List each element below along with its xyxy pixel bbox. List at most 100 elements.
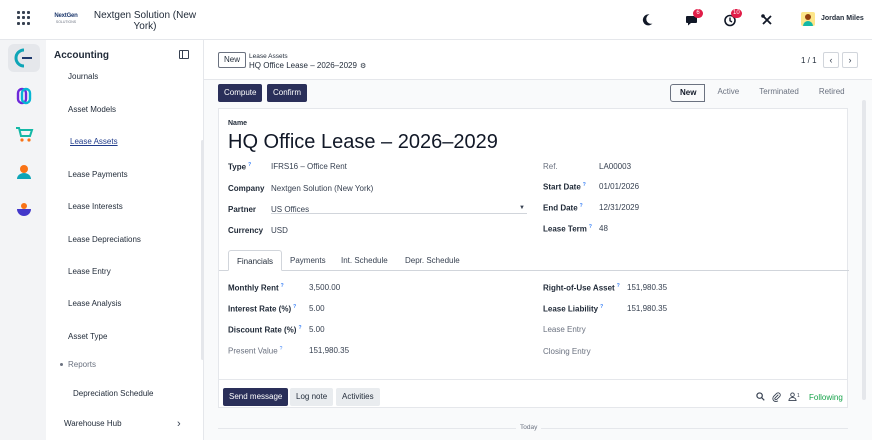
sidebar-item-depreciation-schedule[interactable]: Depreciation Schedule — [73, 389, 154, 398]
sidebar-item-warehouse-hub[interactable]: Warehouse Hub — [64, 419, 122, 428]
type-label: Type? — [228, 162, 252, 172]
chatter-bar: Send message Log note Activities 1 Follo… — [218, 380, 848, 408]
link-app-icon[interactable] — [8, 82, 40, 110]
pager-value[interactable]: 1 / 1 — [801, 56, 817, 65]
sidebar-item-lease-depreciations[interactable]: Lease Depreciations — [68, 235, 141, 244]
monthly-rent-field[interactable]: 3,500.00 — [309, 283, 340, 292]
log-note-button[interactable]: Log note — [290, 388, 334, 406]
company-label: Company — [228, 184, 265, 193]
lease-liability-label: Lease Liability? — [543, 304, 604, 314]
status-bar: New Active Terminated Retired — [670, 84, 853, 102]
pager-previous-button[interactable]: ‹ — [823, 52, 839, 68]
contacts-app-icon[interactable] — [8, 158, 40, 186]
interest-rate-label: Interest Rate (%)? — [228, 304, 297, 314]
send-message-button[interactable]: Send message — [223, 388, 289, 406]
lease-term-field[interactable]: 48 — [599, 224, 608, 233]
name-label: Name — [228, 120, 248, 127]
start-date-field[interactable]: 01/01/2026 — [599, 182, 639, 191]
breadcrumb-parent[interactable]: Lease Assets — [249, 53, 288, 60]
sidebar: Accounting Journals Asset Models Lease A… — [46, 40, 204, 440]
pager-next-button[interactable]: › — [842, 52, 858, 68]
tab-financials[interactable]: Financials — [228, 250, 283, 271]
sidebar-item-journals[interactable]: Journals — [68, 72, 98, 81]
rou-asset-field[interactable]: 151,980.35 — [627, 283, 667, 292]
activities-button[interactable]: Activities — [336, 388, 380, 406]
sidebar-item-lease-analysis[interactable]: Lease Analysis — [68, 299, 121, 308]
sales-app-icon[interactable] — [8, 196, 40, 224]
partner-underline — [271, 213, 527, 214]
start-date-label: Start Date? — [543, 182, 586, 192]
closing-entry-label: Closing Entry — [543, 347, 591, 356]
activities-icon[interactable]: 10 — [723, 9, 742, 27]
stage-retired[interactable]: Retired — [807, 84, 853, 102]
compute-button[interactable]: Compute — [218, 84, 263, 102]
form-sheet: Name HQ Office Lease – 2026–2029 Type? I… — [218, 108, 849, 380]
app-menu-icon[interactable] — [17, 11, 31, 25]
followers-icon[interactable]: 1 — [788, 392, 800, 403]
sidebar-item-lease-payments[interactable]: Lease Payments — [68, 170, 128, 179]
top-bar: NextGen SOLUTIONS Nextgen Solution (New … — [0, 0, 872, 40]
tab-int-schedule[interactable]: Int. Schedule — [333, 250, 396, 271]
tools-icon[interactable] — [760, 13, 774, 27]
discount-rate-label: Discount Rate (%)? — [228, 325, 302, 335]
breadcrumb-current: HQ Office Lease – 2026–2029 ⚙ — [249, 61, 366, 70]
sidebar-item-lease-interests[interactable]: Lease Interests — [68, 202, 123, 211]
logo-text: NextGen — [54, 13, 78, 19]
new-button[interactable]: New — [218, 52, 247, 68]
monthly-rent-label: Monthly Rent? — [228, 283, 284, 293]
cart-app-icon[interactable] — [8, 120, 40, 148]
sidebar-item-lease-assets[interactable]: Lease Assets — [70, 137, 118, 146]
accounting-app-icon[interactable] — [8, 44, 40, 72]
search-icon[interactable] — [756, 392, 765, 403]
ref-label: Ref. — [543, 162, 558, 171]
dark-mode-icon[interactable] — [640, 13, 654, 27]
rou-asset-label: Right-of-Use Asset? — [543, 283, 620, 293]
confirm-button[interactable]: Confirm — [267, 84, 308, 102]
lease-term-label: Lease Term? — [543, 224, 592, 234]
stage-active[interactable]: Active — [705, 84, 747, 102]
user-avatar[interactable] — [801, 12, 815, 26]
messages-icon[interactable]: 6 — [685, 9, 703, 27]
discount-rate-field[interactable]: 5.00 — [309, 325, 325, 334]
company-switcher[interactable]: Nextgen Solution (New York) — [90, 10, 200, 32]
stage-terminated[interactable]: Terminated — [747, 84, 807, 102]
present-value-label: Present Value? — [228, 346, 283, 356]
present-value-field: 151,980.35 — [309, 346, 350, 355]
sidebar-item-asset-type[interactable]: Asset Type — [68, 332, 107, 341]
sidebar-item-asset-models[interactable]: Asset Models — [68, 105, 116, 114]
following-button[interactable]: Following — [809, 393, 843, 402]
user-name[interactable]: Jordan Miles — [821, 15, 864, 22]
interest-rate-field[interactable]: 5.00 — [309, 304, 325, 313]
sidebar-item-lease-entry[interactable]: Lease Entry — [68, 267, 111, 276]
end-date-label: End Date? — [543, 203, 583, 213]
gear-icon[interactable]: ⚙ — [360, 63, 366, 70]
ref-field[interactable]: LA00003 — [599, 162, 631, 171]
name-field[interactable]: HQ Office Lease – 2026–2029 — [228, 131, 498, 154]
app-rail — [0, 40, 46, 440]
control-panel: New Lease Assets HQ Office Lease – 2026–… — [204, 40, 872, 80]
sidebar-title: Accounting — [54, 50, 109, 61]
form-scrollbar[interactable] — [862, 100, 866, 400]
sidebar-section-reports[interactable]: Reports — [60, 360, 96, 369]
company-field[interactable]: Nextgen Solution (New York) — [271, 184, 373, 193]
type-field[interactable]: IFRS16 – Office Rent — [271, 162, 347, 171]
lease-liability-field[interactable]: 151,980.35 — [627, 304, 667, 313]
tab-depr-schedule[interactable]: Depr. Schedule — [397, 250, 468, 271]
chevron-right-icon[interactable]: › — [177, 418, 181, 430]
currency-field[interactable]: USD — [271, 226, 288, 235]
activities-badge: 10 — [731, 9, 742, 18]
main-content: New Lease Assets HQ Office Lease – 2026–… — [204, 40, 872, 440]
paperclip-icon[interactable] — [772, 392, 781, 404]
tab-payments[interactable]: Payments — [282, 250, 334, 271]
sidebar-toggle-icon[interactable] — [179, 50, 189, 59]
messages-badge: 6 — [693, 9, 703, 18]
company-logo: NextGen SOLUTIONS — [54, 13, 78, 24]
caret-down-icon[interactable]: ▼ — [519, 205, 525, 211]
end-date-field[interactable]: 12/31/2029 — [599, 203, 639, 212]
stage-new[interactable]: New — [670, 84, 706, 102]
partner-label: Partner — [228, 205, 257, 214]
logo-subtext: SOLUTIONS — [55, 20, 77, 24]
followers-count: 1 — [797, 393, 800, 399]
lease-entry-label: Lease Entry — [543, 325, 586, 334]
currency-label: Currency — [228, 226, 264, 235]
